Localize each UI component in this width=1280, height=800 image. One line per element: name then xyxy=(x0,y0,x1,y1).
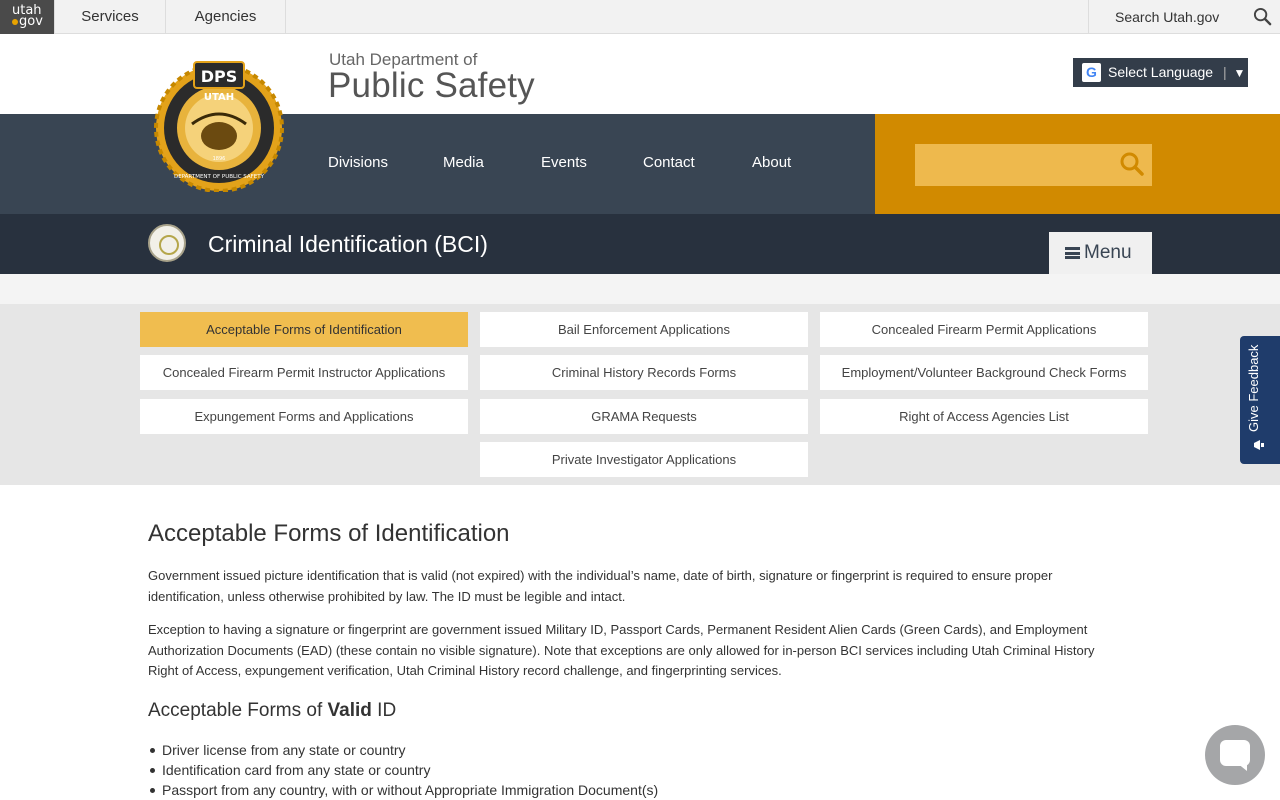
submenu-spacer xyxy=(0,274,1280,304)
list-item: Driver license from any state or country xyxy=(149,740,658,760)
seal-dps-text: DPS xyxy=(201,67,238,86)
menu-label: Menu xyxy=(1084,242,1132,263)
division-title[interactable]: Criminal Identification (BCI) xyxy=(208,231,488,258)
utah-gov-bar: utah gov Services Agencies Search Utah.g… xyxy=(0,0,1280,34)
nav-contact[interactable]: Contact xyxy=(643,154,695,171)
submenu-background-check-forms[interactable]: Employment/Volunteer Background Check Fo… xyxy=(820,355,1148,390)
dps-seal-logo[interactable]: DPS UTAH 1896 DEPARTMENT OF PUBLIC SAFET… xyxy=(154,54,284,193)
seal-utah-text: UTAH xyxy=(204,92,234,103)
utah-gov-logo[interactable]: utah gov xyxy=(0,0,54,34)
chat-button[interactable] xyxy=(1205,725,1265,785)
paragraph-id-requirements: Government issued picture identification… xyxy=(148,568,1053,604)
submenu-cfp-instructor-applications[interactable]: Concealed Firearm Permit Instructor Appl… xyxy=(140,355,468,390)
google-icon: G xyxy=(1082,63,1101,82)
list-item: Passport from any country, with or witho… xyxy=(149,782,659,798)
megaphone-icon xyxy=(1252,438,1266,455)
bci-badge-icon xyxy=(148,224,186,262)
submenu-acceptable-forms-of-identification[interactable]: Acceptable Forms of Identification xyxy=(140,312,468,347)
dept-title[interactable]: Public Safety xyxy=(328,66,535,106)
select-language-label: Select Language xyxy=(1108,64,1214,80)
main-nav xyxy=(0,114,875,214)
subheading-post: ID xyxy=(371,700,397,721)
page-heading: Acceptable Forms of Identification xyxy=(148,520,510,547)
submenu-grama-requests[interactable]: GRAMA Requests xyxy=(480,399,808,434)
services-link[interactable]: Services xyxy=(54,0,166,34)
select-language-button[interactable]: G Select Language | ▼ xyxy=(1073,58,1248,87)
menu-button[interactable]: Menu xyxy=(1049,232,1152,274)
give-feedback-tab[interactable]: Give Feedback xyxy=(1240,336,1280,464)
paragraph-id-exceptions: Exception to having a signature or finge… xyxy=(148,622,1095,678)
submenu-criminal-history-records-forms[interactable]: Criminal History Records Forms xyxy=(480,355,808,390)
submenu-private-investigator-applications[interactable]: Private Investigator Applications xyxy=(480,442,808,477)
submenu-concealed-firearm-permit-applications[interactable]: Concealed Firearm Permit Applications xyxy=(820,312,1148,347)
seal-year: 1896 xyxy=(213,156,226,162)
search-icon[interactable] xyxy=(1119,151,1145,182)
site-search-input[interactable] xyxy=(915,144,1152,186)
utah-search-label: Search Utah.gov xyxy=(1115,9,1220,25)
agencies-link[interactable]: Agencies xyxy=(166,0,286,34)
submenu-right-of-access-agencies-list[interactable]: Right of Access Agencies List xyxy=(820,399,1148,434)
valid-id-list: Driver license from any state or country… xyxy=(149,740,659,800)
search-icon[interactable] xyxy=(1253,7,1272,31)
submenu-expungement-forms[interactable]: Expungement Forms and Applications xyxy=(140,399,468,434)
chat-icon-tail xyxy=(1237,763,1247,771)
utah-logo-bottom: gov xyxy=(19,14,43,29)
nav-divisions[interactable]: Divisions xyxy=(328,154,388,171)
seal-ring-text: DEPARTMENT OF PUBLIC SAFETY xyxy=(174,174,265,180)
dropdown-arrow-icon: ▼ xyxy=(1233,66,1246,80)
utah-logo-dot xyxy=(12,19,18,25)
subheading-pre: Acceptable Forms of xyxy=(148,700,328,721)
list-item: Identification card from any state or co… xyxy=(149,760,658,780)
subheading-bold: Valid xyxy=(327,700,372,721)
hamburger-icon xyxy=(1065,247,1080,259)
nav-media[interactable]: Media xyxy=(443,154,484,171)
give-feedback-label: Give Feedback xyxy=(1246,344,1261,432)
valid-id-subheading: Acceptable Forms of Valid ID xyxy=(148,700,396,722)
nav-events[interactable]: Events xyxy=(541,154,587,171)
submenu-bail-enforcement-applications[interactable]: Bail Enforcement Applications xyxy=(480,312,808,347)
nav-about[interactable]: About xyxy=(752,154,791,171)
utah-search[interactable]: Search Utah.gov xyxy=(1088,0,1280,34)
